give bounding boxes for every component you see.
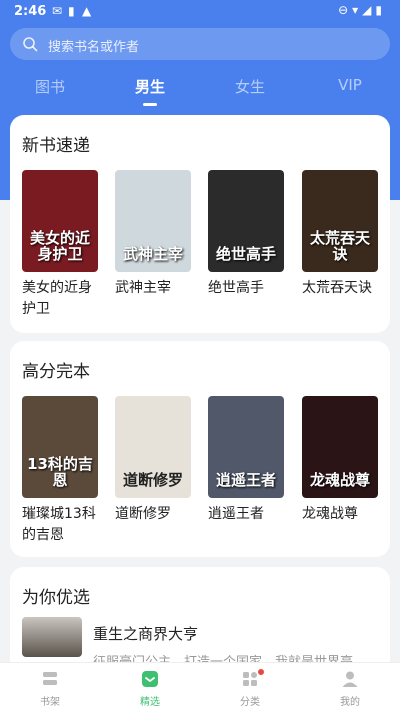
tab-label: 图书 [34,78,65,96]
tab-male[interactable]: 男生 [100,76,200,106]
book-item[interactable]: 美女的近身护卫 美女的近身护卫 [22,170,98,320]
book-title: 绝世高手 [208,280,264,296]
tab-label: 女生 [234,78,265,96]
cover-title: 美女的近身护卫 [29,229,90,263]
book-title: 美女的近身护卫 [22,280,92,317]
category-icon [243,672,257,686]
book-cover[interactable] [22,617,82,657]
tab-label: VIP [338,76,362,94]
book-cover: 绝世高手 [208,170,284,272]
book-title: 龙魂战尊 [302,506,358,522]
cover-title: 龙魂战尊 [309,471,370,489]
storage-icon: ▮ [68,4,75,18]
book-cover: 太荒吞天诀 [302,170,378,272]
nav-label: 分类 [240,697,260,708]
book-item[interactable]: 太荒吞天诀 太荒吞天诀 [302,170,378,299]
section-title: 高分完本 [22,362,90,382]
cover-title: 13科的吉恩 [27,455,93,489]
nav-label: 精选 [140,697,160,708]
section-picks: 为你优选 重生之商界大亨 征服豪门公主，打造一个国家，我就是世界亭 [10,567,390,662]
book-item[interactable]: 13科的吉恩 璀璨城13科的吉恩 [22,396,98,546]
book-cover: 逍遥王者 [208,396,284,498]
cover-title: 逍遥王者 [215,471,276,489]
featured-icon [142,671,158,687]
book-cover: 13科的吉恩 [22,396,98,498]
category-tabs: 图书 男生 女生 VIP [0,72,400,106]
mail-icon: ✉ [52,4,63,18]
status-time: 2:46 [14,4,47,19]
tab-label: 男生 [134,78,165,96]
book-cover: 道断修罗 [115,396,191,498]
tab-vip[interactable]: VIP [300,76,400,94]
nav-profile[interactable]: 我的 [300,669,400,708]
search-placeholder: 搜索书名或作者 [48,40,140,55]
section-new-books: 新书速递 美女的近身护卫 美女的近身护卫 武神主宰 武神主宰 绝世高手 绝世高手… [10,115,390,333]
cover-title: 道断修罗 [122,471,183,489]
section-title: 新书速递 [22,136,90,156]
bottom-navigation: 书架 精选 分类 我的 [0,662,400,712]
badge-dot [258,669,264,675]
section-title: 为你优选 [22,588,90,608]
book-title: 道断修罗 [115,506,171,522]
cover-title: 绝世高手 [215,245,276,263]
section-top-rated: 高分完本 13科的吉恩 璀璨城13科的吉恩 道断修罗 道断修罗 逍遥王者 逍遥王… [10,341,390,557]
tab-books[interactable]: 图书 [0,76,100,97]
book-cover: 龙魂战尊 [302,396,378,498]
nav-label: 书架 [40,697,60,708]
nav-featured[interactable]: 精选 [100,669,200,708]
book-item[interactable]: 绝世高手 绝世高手 [208,170,284,299]
book-cover: 武神主宰 [115,170,191,272]
system-status-icons: ⊖▾◢▮ [338,3,386,17]
search-icon [23,37,38,52]
book-item[interactable]: 武神主宰 武神主宰 [115,170,191,299]
book-title: 太荒吞天诀 [302,280,372,296]
warning-icon: ▲ [82,4,92,18]
search-bar[interactable]: 搜索书名或作者 [10,28,390,60]
book-cover: 美女的近身护卫 [22,170,98,272]
nav-bookshelf[interactable]: 书架 [0,669,100,708]
book-description: 征服豪门公主，打造一个国家，我就是世界亭 [93,651,353,662]
cover-title: 武神主宰 [122,245,183,263]
book-title[interactable]: 重生之商界大亨 [93,623,198,644]
tab-female[interactable]: 女生 [200,76,300,97]
book-item[interactable]: 道断修罗 道断修罗 [115,396,191,525]
nav-category[interactable]: 分类 [200,669,300,708]
profile-icon [342,671,358,687]
book-title: 武神主宰 [115,280,171,296]
tab-indicator [143,103,157,106]
nav-label: 我的 [340,697,360,708]
book-title: 逍遥王者 [208,506,264,522]
status-bar: 2:46 ✉ ▮ ▲ ⊖▾◢▮ [0,0,400,24]
cover-title: 太荒吞天诀 [309,229,370,263]
bookshelf-icon [43,672,57,685]
book-item[interactable]: 逍遥王者 逍遥王者 [208,396,284,525]
book-title: 璀璨城13科的吉恩 [22,506,96,543]
book-item[interactable]: 龙魂战尊 龙魂战尊 [302,396,378,525]
